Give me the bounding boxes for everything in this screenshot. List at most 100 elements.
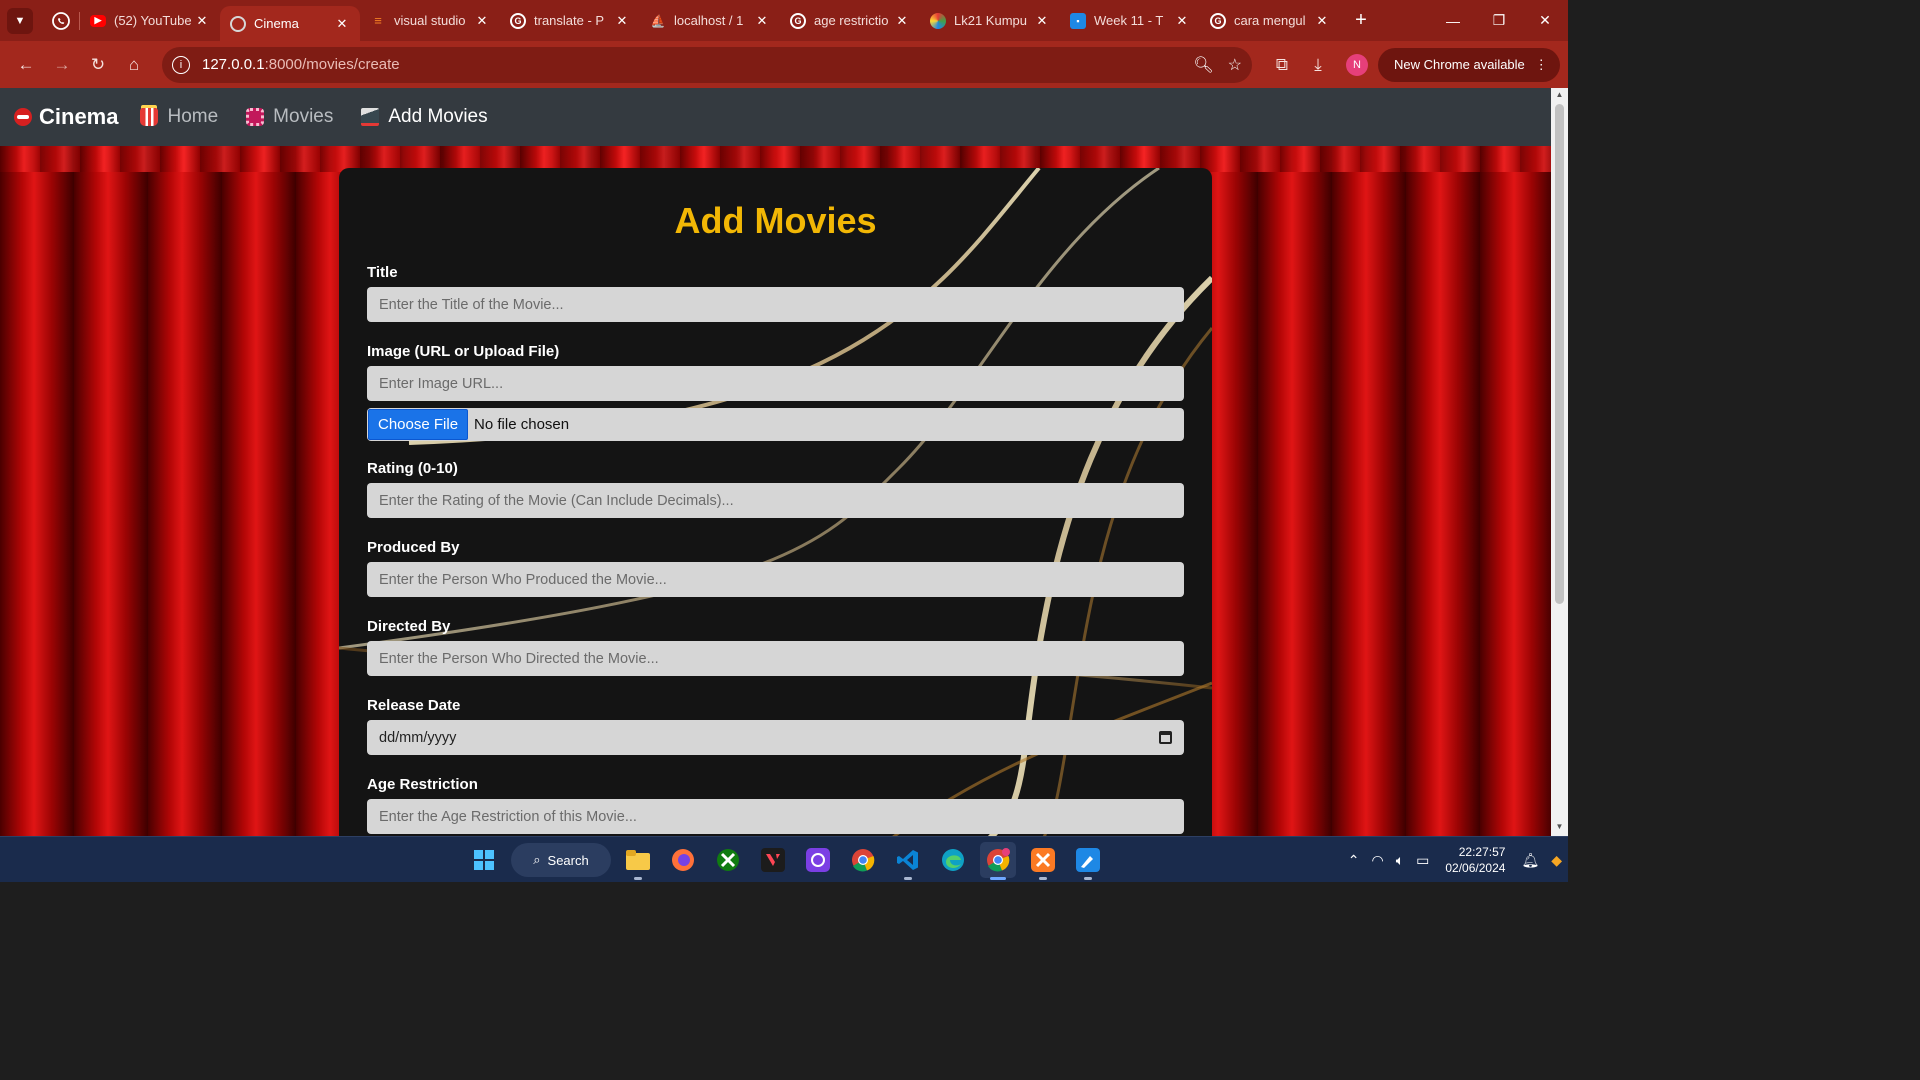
tab-youtube[interactable]: ▶ (52) YouTube ✕ bbox=[80, 0, 220, 41]
windows-start-icon[interactable] bbox=[466, 842, 502, 878]
add-movie-card: Add Movies Title Enter the Title of the … bbox=[339, 168, 1212, 836]
scrollbar-thumb[interactable] bbox=[1555, 104, 1564, 604]
minimize-icon[interactable]: — bbox=[1430, 0, 1476, 41]
rating-label: Rating (0-10) bbox=[367, 460, 458, 477]
title-label: Title bbox=[367, 264, 398, 281]
close-icon[interactable]: ✕ bbox=[1314, 13, 1330, 29]
system-clock[interactable]: 22:27:57 02/06/2024 bbox=[1445, 844, 1505, 876]
restore-icon[interactable]: ❐ bbox=[1476, 0, 1522, 41]
search-label: Search bbox=[547, 852, 589, 868]
taskbar-search[interactable]: ⌕ Search bbox=[511, 843, 611, 877]
scroll-down-icon[interactable]: ▼ bbox=[1551, 822, 1568, 836]
tab-title: Week 11 - T bbox=[1094, 13, 1164, 28]
close-icon[interactable]: ✕ bbox=[194, 13, 210, 29]
extensions-icon[interactable]: ⧉ bbox=[1264, 47, 1300, 83]
nav-link-movies[interactable]: Movies bbox=[246, 106, 333, 128]
release-date-value: dd/mm/yyyy bbox=[379, 729, 457, 746]
tab-search-button[interactable]: ▼ bbox=[7, 7, 33, 34]
title-input[interactable]: Enter the Title of the Movie... bbox=[367, 287, 1184, 322]
search-icon: ⌕ bbox=[533, 852, 541, 867]
home-icon[interactable]: ⌂ bbox=[116, 47, 152, 83]
nav-link-label: Home bbox=[167, 106, 219, 127]
xampp-icon[interactable] bbox=[1025, 842, 1061, 880]
close-window-icon[interactable]: ✕ bbox=[1522, 0, 1568, 41]
close-icon[interactable]: ✕ bbox=[1174, 13, 1190, 29]
youtube-icon: ▶ bbox=[90, 14, 106, 27]
bookmark-star-icon[interactable]: ☆ bbox=[1228, 55, 1242, 75]
update-chrome-button[interactable]: New Chrome available ⋮ bbox=[1378, 47, 1560, 82]
produced-by-input[interactable]: Enter the Person Who Produced the Movie.… bbox=[367, 562, 1184, 597]
edge-icon[interactable] bbox=[935, 842, 971, 878]
tab-title: localhost / 1 bbox=[674, 13, 744, 28]
file-explorer-icon[interactable] bbox=[620, 842, 656, 880]
scroll-up-icon[interactable]: ▲ bbox=[1551, 90, 1568, 104]
photo-app-icon[interactable] bbox=[800, 842, 836, 878]
reload-icon[interactable]: ↻ bbox=[80, 47, 116, 83]
classroom-icon: ▪ bbox=[1070, 12, 1086, 29]
rating-input[interactable]: Enter the Rating of the Movie (Can Inclu… bbox=[367, 483, 1184, 518]
valorant-icon[interactable] bbox=[755, 842, 791, 878]
clock-date: 02/06/2024 bbox=[1445, 861, 1506, 875]
battery-icon[interactable]: ▭ bbox=[1416, 852, 1429, 869]
pinned-tab-whatsapp[interactable] bbox=[43, 0, 79, 41]
nav-link-add-movies[interactable]: Add Movies bbox=[361, 106, 488, 128]
close-icon[interactable]: ✕ bbox=[334, 16, 350, 32]
image-file-input[interactable]: Choose File No file chosen bbox=[367, 408, 1184, 441]
site-navbar: Cinema Home Movies Add Movies bbox=[0, 88, 1551, 146]
chevron-up-icon[interactable]: ⌃ bbox=[1348, 852, 1360, 869]
tab-week-11[interactable]: ▪ Week 11 - T ✕ bbox=[1060, 0, 1200, 41]
volume-icon[interactable]: 🔈︎ bbox=[1396, 852, 1404, 869]
site-info-icon[interactable]: i bbox=[172, 55, 190, 74]
close-icon[interactable]: ✕ bbox=[614, 13, 630, 29]
tab-title: Cinema bbox=[254, 16, 299, 31]
copilot-icon[interactable]: ◆ bbox=[1551, 852, 1562, 869]
tab-cara-mengul[interactable]: G cara mengul ✕ bbox=[1200, 0, 1340, 41]
close-icon[interactable]: ✕ bbox=[1034, 13, 1050, 29]
clock-time: 22:27:57 bbox=[1458, 845, 1506, 859]
forward-icon[interactable]: → bbox=[44, 47, 80, 83]
tab-visual-studio[interactable]: ≡ visual studio ✕ bbox=[360, 0, 500, 41]
choose-file-button[interactable]: Choose File bbox=[368, 409, 469, 440]
chrome-profile-icon[interactable] bbox=[980, 842, 1016, 880]
wifi-icon[interactable]: ◠ bbox=[1372, 852, 1384, 869]
brand-link[interactable]: Cinema bbox=[14, 104, 118, 130]
address-bar[interactable]: i 127.0.0.1:8000/movies/create 🔍︎ ☆ bbox=[162, 46, 1252, 83]
back-icon[interactable]: ← bbox=[8, 47, 44, 83]
paint-icon[interactable] bbox=[1070, 842, 1106, 880]
tab-age-restriction[interactable]: G age restrictio ✕ bbox=[780, 0, 920, 41]
tab-localhost[interactable]: ⛵ localhost / 1 ✕ bbox=[640, 0, 780, 41]
close-icon[interactable]: ✕ bbox=[894, 13, 910, 29]
tab-translate[interactable]: G translate - P ✕ bbox=[500, 0, 640, 41]
close-icon[interactable]: ✕ bbox=[754, 13, 770, 29]
age-restriction-label: Age Restriction bbox=[367, 776, 478, 793]
tab-cinema[interactable]: Cinema ✕ bbox=[220, 6, 360, 41]
chrome-icon[interactable] bbox=[845, 842, 881, 878]
calendar-icon[interactable] bbox=[1159, 731, 1172, 744]
profile-avatar[interactable]: N bbox=[1346, 53, 1368, 76]
age-restriction-input[interactable]: Enter the Age Restriction of this Movie.… bbox=[367, 799, 1184, 834]
directed-by-input[interactable]: Enter the Person Who Directed the Movie.… bbox=[367, 641, 1184, 676]
url-path: :8000/movies/create bbox=[264, 56, 400, 73]
nav-link-home[interactable]: Home bbox=[140, 106, 218, 128]
close-icon[interactable]: ✕ bbox=[474, 13, 490, 29]
produced-by-label: Produced By bbox=[367, 539, 460, 556]
image-url-input[interactable]: Enter Image URL... bbox=[367, 366, 1184, 401]
xbox-icon[interactable] bbox=[710, 842, 746, 878]
whatsapp-icon bbox=[52, 11, 70, 30]
vscode-icon[interactable] bbox=[890, 842, 926, 880]
notification-bell-icon[interactable]: 🔔︎ bbox=[1521, 852, 1539, 869]
globe-icon bbox=[230, 15, 246, 32]
new-tab-button[interactable]: + bbox=[1346, 6, 1376, 36]
system-tray: ⌃ ◠ 🔈︎ ▭ 22:27:57 02/06/2024 🔔︎ ◆ bbox=[1342, 837, 1568, 883]
zoom-icon[interactable]: 🔍︎ bbox=[1193, 55, 1213, 75]
page-title: Add Movies bbox=[674, 200, 877, 241]
tab-lk21[interactable]: Lk21 Kumpu ✕ bbox=[920, 0, 1060, 41]
release-date-input[interactable]: dd/mm/yyyy bbox=[367, 720, 1184, 755]
page-scrollbar[interactable]: ▲ ▼ bbox=[1551, 88, 1568, 836]
nav-link-label: Add Movies bbox=[388, 106, 488, 127]
curtain-background: Add Movies Title Enter the Title of the … bbox=[0, 146, 1551, 836]
menu-kebab-icon[interactable]: ⋮ bbox=[1535, 57, 1548, 73]
download-icon[interactable]: ⤓ bbox=[1300, 47, 1336, 83]
firefox-icon[interactable] bbox=[665, 842, 701, 878]
film-icon bbox=[246, 108, 265, 126]
